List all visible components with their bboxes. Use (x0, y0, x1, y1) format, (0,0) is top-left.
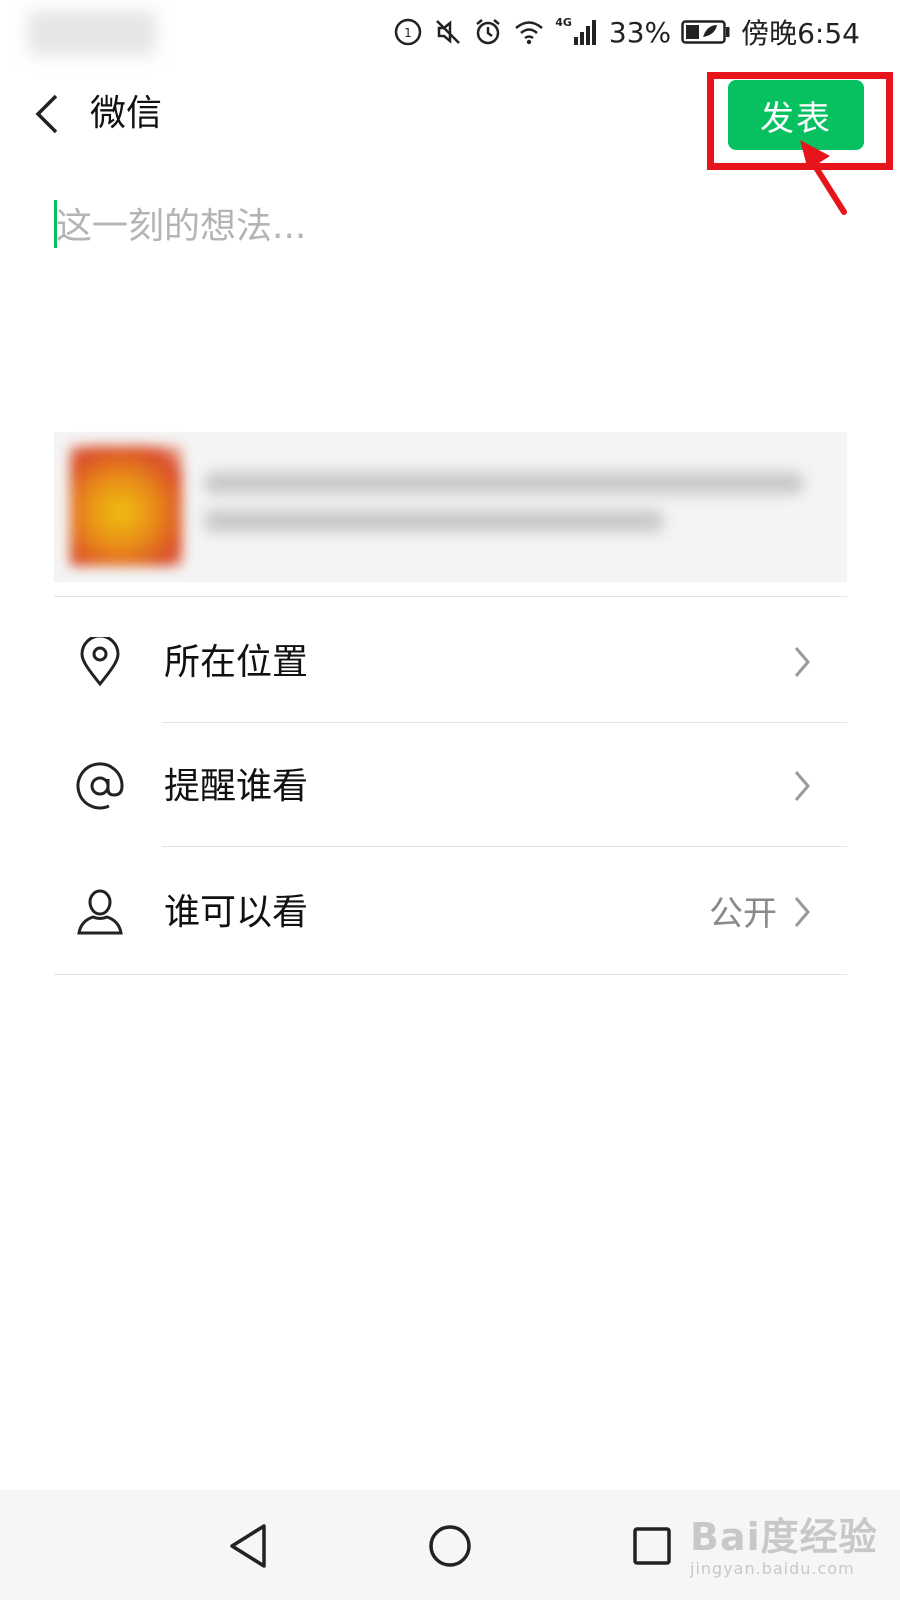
svg-text:1: 1 (404, 26, 412, 40)
nav-back-button[interactable] (220, 1518, 276, 1574)
person-icon (74, 886, 126, 938)
clock: 傍晚6:54 (741, 17, 860, 50)
option-label: 所在位置 (164, 642, 309, 683)
watermark-logo: Bai度经验 jingyan.baidu.com (690, 1506, 878, 1578)
alarm-icon (473, 17, 503, 47)
triangle-back-icon (230, 1524, 266, 1568)
battery-percent: 33% (608, 15, 672, 49)
status-bar: 1 4G 33% 傍晚6:54 (0, 0, 900, 64)
header: 微信 发表 (0, 64, 900, 170)
option-row-mention[interactable]: 提醒谁看 (54, 724, 847, 848)
nav-recents-button[interactable] (624, 1518, 680, 1574)
publish-button[interactable]: 发表 (728, 80, 864, 150)
network-type-label: 4G (555, 16, 572, 29)
chevron-right-icon (794, 897, 810, 927)
divider (54, 974, 847, 975)
back-button[interactable] (22, 84, 72, 144)
carrier-name-blurred (28, 10, 156, 56)
link-thumbnail (70, 446, 182, 566)
chevron-left-icon (35, 94, 58, 134)
visibility-value: 公开 (709, 894, 777, 934)
link-title-blurred-line2 (204, 510, 664, 532)
compose-area (54, 196, 844, 416)
option-row-location[interactable]: 所在位置 (54, 600, 847, 724)
thought-input[interactable] (56, 196, 836, 256)
nav-home-button[interactable] (422, 1518, 478, 1574)
option-label: 提醒谁看 (164, 766, 309, 807)
hd-call-icon: 1 (393, 17, 423, 47)
divider (162, 846, 847, 847)
at-sign-icon (74, 760, 126, 812)
link-title-blurred (204, 472, 804, 494)
battery-icon (681, 19, 731, 45)
location-pin-icon (74, 636, 126, 688)
divider (162, 722, 847, 723)
status-icons: 1 4G 33% 傍晚6:54 (393, 10, 860, 54)
watermark-main: Bai度经验 (690, 1515, 878, 1559)
divider (54, 596, 847, 597)
option-row-visibility[interactable]: 谁可以看 公开 (54, 850, 847, 974)
watermark-sub: jingyan.baidu.com (690, 1559, 855, 1578)
mute-icon (433, 17, 463, 47)
page-title: 微信 (90, 93, 163, 134)
circle-home-icon (429, 1525, 471, 1567)
square-recents-icon (633, 1527, 671, 1565)
wifi-icon (513, 17, 545, 47)
signal-icon: 4G (555, 17, 599, 47)
option-label: 谁可以看 (164, 892, 309, 933)
link-preview-card[interactable] (54, 432, 847, 582)
chevron-right-icon (794, 647, 810, 677)
chevron-right-icon (794, 771, 810, 801)
